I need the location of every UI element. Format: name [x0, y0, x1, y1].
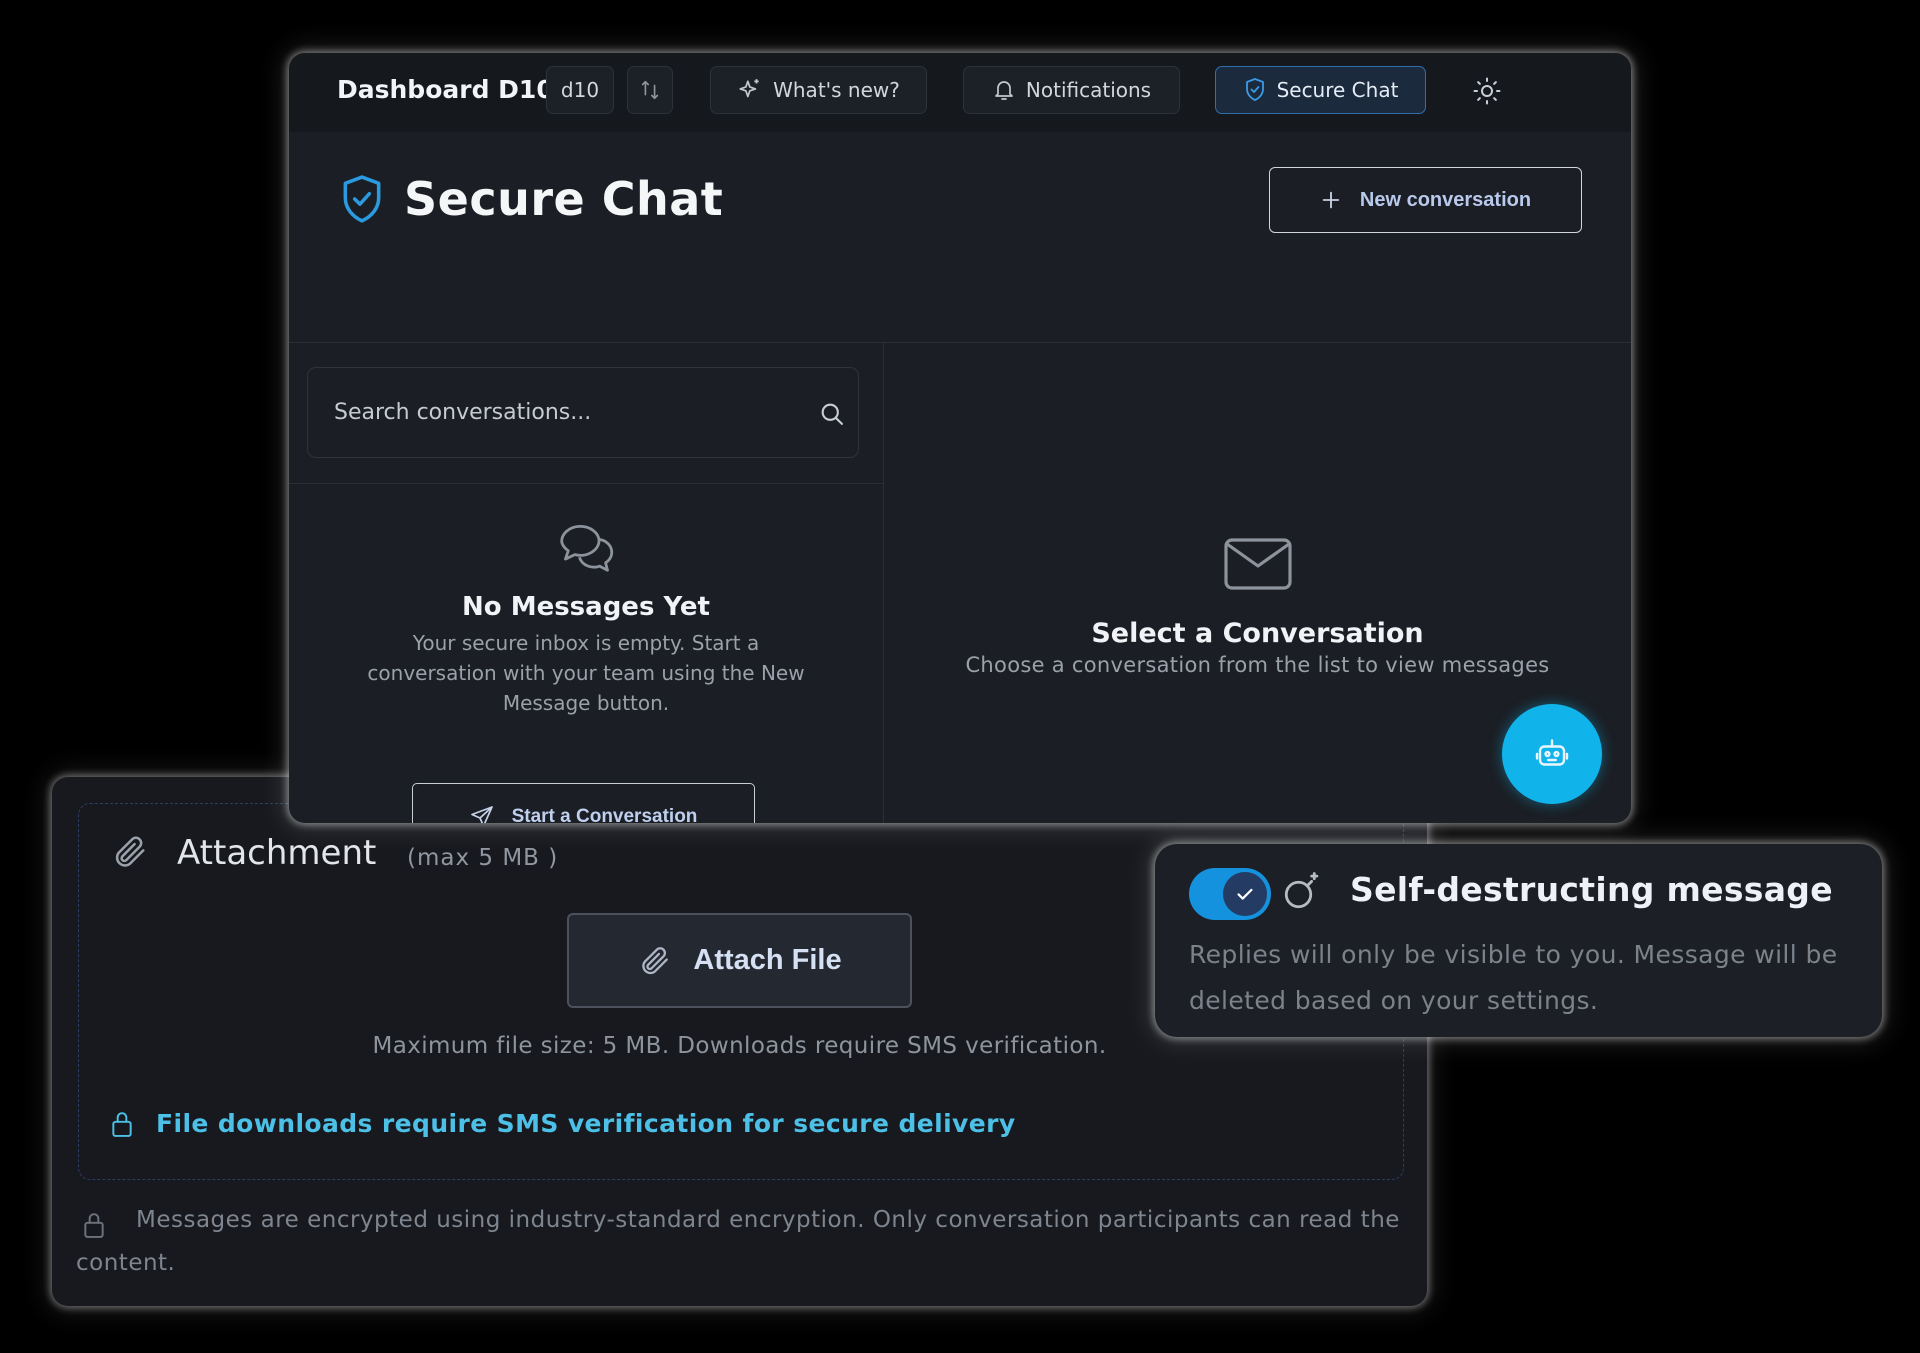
- start-conversation-button[interactable]: Start a Conversation: [412, 783, 755, 823]
- self-destruct-card: Self-destructing message Replies will on…: [1155, 844, 1882, 1037]
- whats-new-button[interactable]: What's new?: [710, 66, 927, 114]
- notifications-label: Notifications: [1025, 78, 1152, 102]
- plus-icon: [1320, 189, 1342, 211]
- top-navigation-bar: Dashboard D10 d10 What's new? Notificati…: [289, 53, 1631, 132]
- attach-file-button[interactable]: Attach File: [567, 913, 912, 1008]
- divider: [289, 483, 883, 484]
- sun-icon[interactable]: [1472, 76, 1502, 106]
- page-header: Secure Chat New conversation: [289, 132, 1631, 343]
- self-destruct-description: Replies will only be visible to you. Mes…: [1189, 940, 1838, 1015]
- encryption-note: Messages are encrypted using industry-st…: [76, 1207, 1400, 1276]
- check-icon: [1234, 883, 1256, 905]
- paperclip-icon: [637, 943, 671, 979]
- whats-new-label: What's new?: [773, 78, 900, 102]
- bell-icon: [992, 77, 1016, 103]
- start-conversation-label: Start a Conversation: [511, 806, 698, 823]
- new-conversation-label: New conversation: [1359, 188, 1532, 211]
- self-destruct-toggle[interactable]: [1189, 868, 1271, 920]
- empty-inbox-title: No Messages Yet: [462, 592, 710, 622]
- page-title: Secure Chat: [404, 172, 724, 226]
- toggle-knob: [1223, 872, 1267, 916]
- sms-verification-note: File downloads require SMS verification …: [156, 1109, 1016, 1138]
- bot-icon: [1534, 736, 1570, 772]
- select-conversation-title: Select a Conversation: [1091, 618, 1424, 649]
- attachment-max-size: (max 5 MB ): [407, 845, 559, 871]
- new-conversation-button[interactable]: New conversation: [1269, 167, 1582, 233]
- search-field[interactable]: [307, 367, 859, 458]
- select-conversation-description: Choose a conversation from the list to v…: [965, 653, 1550, 677]
- lock-icon: [109, 1109, 135, 1139]
- empty-inbox-state: No Messages Yet Your secure inbox is emp…: [289, 518, 883, 718]
- secure-chat-tab-label: Secure Chat: [1276, 78, 1399, 102]
- mail-icon: [1221, 536, 1295, 592]
- self-destruct-title: Self-destructing message: [1350, 870, 1833, 909]
- assistant-bot-button[interactable]: [1502, 704, 1602, 804]
- secure-chat-tab[interactable]: Secure Chat: [1215, 66, 1426, 114]
- paperclip-icon: [110, 832, 148, 872]
- send-icon: [470, 805, 494, 823]
- empty-inbox-description: Your secure inbox is empty. Start a conv…: [367, 631, 805, 715]
- bomb-icon: [1281, 870, 1323, 912]
- app-brand[interactable]: Dashboard D10: [337, 75, 554, 104]
- shield-check-icon: [337, 172, 387, 228]
- messages-icon: [556, 518, 616, 574]
- search-input[interactable]: [308, 368, 858, 457]
- conversation-list-pane: No Messages Yet Your secure inbox is emp…: [289, 343, 884, 823]
- version-badge: d10: [546, 66, 614, 114]
- notifications-button[interactable]: Notifications: [963, 66, 1180, 114]
- attach-file-label: Attach File: [693, 944, 842, 976]
- attachment-title: Attachment: [177, 833, 377, 873]
- no-conversation-selected: Select a Conversation Choose a conversat…: [884, 536, 1631, 677]
- search-icon[interactable]: [818, 400, 846, 428]
- git-compare-icon: [639, 79, 661, 101]
- shield-check-icon: [1243, 77, 1267, 103]
- compare-button[interactable]: [627, 66, 673, 114]
- sparkles-icon: [737, 77, 763, 103]
- secure-chat-window: Dashboard D10 d10 What's new? Notificati…: [289, 53, 1631, 823]
